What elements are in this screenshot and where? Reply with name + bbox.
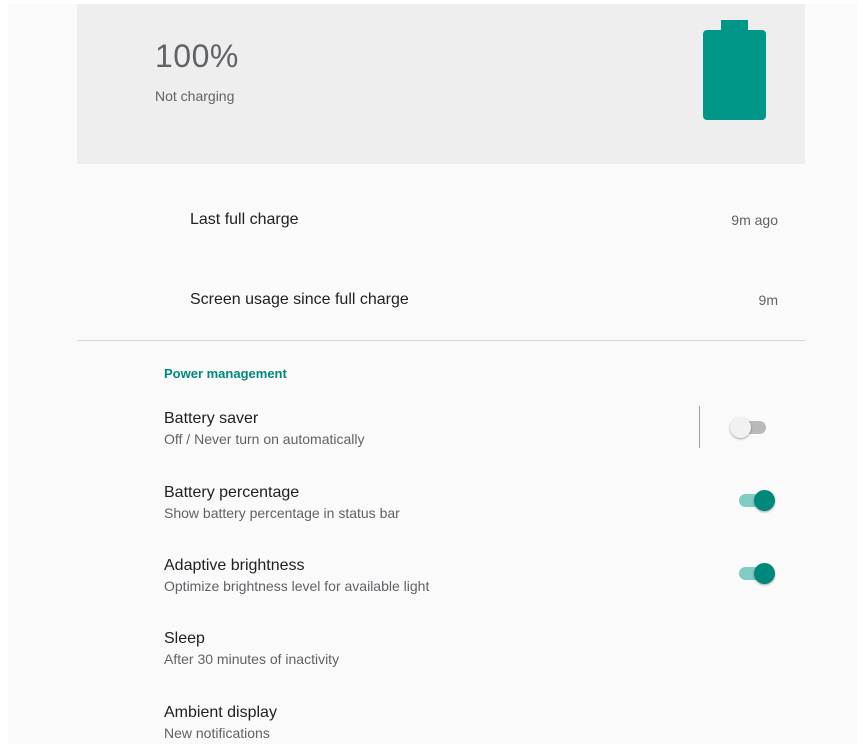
- battery-full-icon: [703, 20, 766, 120]
- adaptive-brightness-title: Adaptive brightness: [164, 557, 305, 574]
- switch-thumb: [754, 563, 775, 584]
- battery-percentage-title: Battery percentage: [164, 484, 300, 501]
- battery-saver-divider: [699, 406, 700, 448]
- adaptive-brightness-pref[interactable]: Adaptive brightness Optimize brightness …: [164, 556, 684, 595]
- ambient-display-summary: New notifications: [164, 725, 270, 741]
- battery-saver-title: Battery saver: [164, 410, 259, 427]
- ambient-display-title: Ambient display: [164, 704, 277, 721]
- battery-header: [77, 4, 805, 164]
- sleep-pref[interactable]: Sleep After 30 minutes of inactivity: [164, 629, 684, 668]
- last-full-charge-label: Last full charge: [190, 211, 299, 228]
- ambient-display-pref[interactable]: Ambient display New notifications: [164, 703, 684, 742]
- battery-percentage-pref[interactable]: Battery percentage Show battery percenta…: [164, 483, 684, 522]
- adaptive-brightness-switch[interactable]: [737, 560, 777, 586]
- battery-body: [703, 30, 766, 120]
- battery-saver-summary: Off / Never turn on automatically: [164, 431, 365, 447]
- switch-thumb: [754, 490, 775, 511]
- last-full-charge-value: 9m ago: [731, 212, 778, 228]
- section-divider: [77, 340, 805, 341]
- battery-percentage-text: 100%: [155, 38, 239, 74]
- screen-usage-value: 9m: [758, 292, 778, 308]
- battery-percentage-switch[interactable]: [737, 487, 777, 513]
- battery-saver-pref[interactable]: Battery saver Off / Never turn on automa…: [164, 409, 684, 448]
- adaptive-brightness-summary: Optimize brightness level for available …: [164, 578, 430, 594]
- charging-status: Not charging: [155, 88, 235, 104]
- sleep-title: Sleep: [164, 630, 205, 647]
- battery-saver-switch[interactable]: [730, 414, 770, 440]
- screen-usage-label: Screen usage since full charge: [190, 291, 409, 308]
- power-management-header: Power management: [164, 366, 287, 381]
- sleep-summary: After 30 minutes of inactivity: [164, 651, 340, 667]
- switch-thumb: [730, 417, 751, 438]
- battery-percentage-summary: Show battery percentage in status bar: [164, 505, 400, 521]
